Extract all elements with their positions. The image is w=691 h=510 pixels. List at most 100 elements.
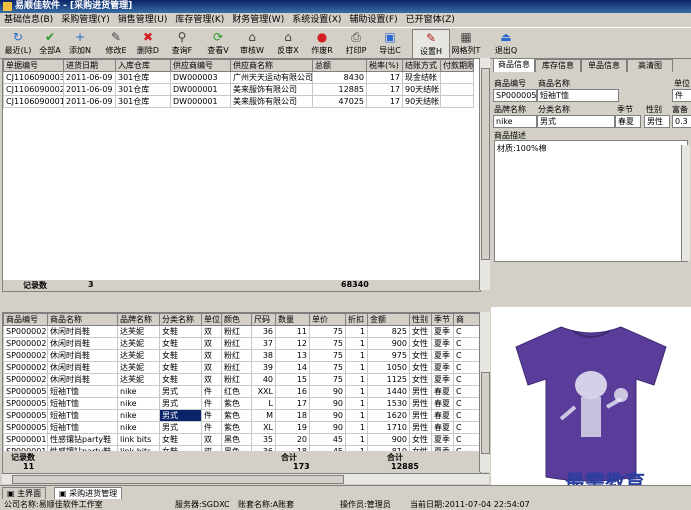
items-cell[interactable]: 1125	[367, 373, 410, 386]
items-cell[interactable]: 1	[345, 337, 368, 350]
items-cell[interactable]: 女性	[409, 361, 432, 374]
items-cell[interactable]: 1440	[367, 385, 410, 398]
items-cell[interactable]: 1	[345, 433, 368, 446]
items-col-header[interactable]: 单价	[309, 313, 346, 326]
items-cell[interactable]: 1	[345, 373, 368, 386]
orders-cell[interactable]	[440, 83, 474, 96]
orders-cell[interactable]: 47025	[312, 95, 367, 108]
items-col-header[interactable]: 性别	[409, 313, 432, 326]
orders-cell[interactable]: 90天结帐	[402, 83, 441, 96]
orders-cell[interactable]: 2011-06-09	[63, 95, 116, 108]
menu-open-windows[interactable]: 已开窗体(Z)	[402, 13, 459, 27]
items-cell[interactable]: SP000005	[3, 409, 48, 422]
items-cell[interactable]: C	[453, 361, 480, 374]
orders-row[interactable]: CJ1106090002 2011-06-09 301仓库 DW000001 美来服饰有…	[3, 83, 474, 96]
unapprove-button[interactable]: ⌂ 反审X	[272, 29, 304, 57]
orders-cell[interactable]: 8430	[312, 71, 367, 84]
items-cell[interactable]: 75	[309, 373, 346, 386]
items-cell[interactable]: 达芙妮	[117, 349, 160, 362]
exit-button[interactable]: ⏏ 退出Q	[490, 29, 522, 57]
items-h-scroll-thumb[interactable]	[12, 475, 344, 484]
items-cell[interactable]: SP000002	[3, 337, 48, 350]
items-cell[interactable]: 件	[201, 421, 222, 434]
tab-product-info[interactable]: 商品信息	[493, 58, 535, 72]
items-cell[interactable]: 女性	[409, 349, 432, 362]
gender-field[interactable]: 男性	[644, 115, 670, 128]
items-cell[interactable]: 春夏	[431, 409, 454, 422]
items-cell[interactable]: 1	[345, 397, 368, 410]
items-cell[interactable]: 90	[309, 409, 346, 422]
items-col-header[interactable]: 金额	[367, 313, 410, 326]
items-row[interactable]: SP000001 性感镶钻party鞋 link bits 女鞋双黑色 35 20 45 1 9…	[3, 433, 480, 446]
items-cell[interactable]: SP000002	[3, 361, 48, 374]
items-cell[interactable]: 975	[367, 349, 410, 362]
print-button[interactable]: ⎙ 打印P	[340, 29, 372, 57]
items-cell[interactable]: SP000005	[3, 385, 48, 398]
items-cell[interactable]: 1530	[367, 397, 410, 410]
items-col-header[interactable]: 季节	[431, 313, 454, 326]
items-cell[interactable]: 男式	[159, 385, 202, 398]
items-cell[interactable]: 39	[251, 361, 276, 374]
orders-cell[interactable]: 17	[366, 95, 403, 108]
orders-cell[interactable]: 广州天天运动有限公司	[230, 71, 313, 84]
items-cell[interactable]: 75	[309, 325, 346, 338]
items-cell[interactable]: 女性	[409, 337, 432, 350]
orders-scrollbar[interactable]	[479, 58, 490, 290]
menu-system[interactable]: 系统设置(X)	[288, 13, 345, 27]
items-cell[interactable]: 17	[275, 397, 310, 410]
items-cell[interactable]: 12	[275, 337, 310, 350]
orders-cell[interactable]: 301仓库	[115, 95, 171, 108]
items-col-header[interactable]: 单位	[201, 313, 222, 326]
menu-basic-info[interactable]: 基础信息(B)	[0, 13, 57, 27]
items-h-scrollbar[interactable]	[2, 473, 489, 484]
orders-scroll-thumb[interactable]	[481, 68, 490, 260]
items-cell[interactable]: 粉红	[221, 337, 252, 350]
items-cell[interactable]: 女鞋	[159, 325, 202, 338]
items-cell[interactable]: 紫色	[221, 397, 252, 410]
items-cell[interactable]: 红色	[221, 385, 252, 398]
items-cell[interactable]: C	[453, 433, 480, 446]
brand-field[interactable]: nike	[493, 115, 537, 128]
items-cell[interactable]: SP000002	[3, 349, 48, 362]
recent-button[interactable]: ↻ 最近(L)	[2, 29, 34, 57]
items-cell[interactable]: 900	[367, 337, 410, 350]
description-box[interactable]: 材质:100%棉	[494, 140, 688, 262]
items-row[interactable]: SP000002 休闲时尚鞋 达芙妮 女鞋双粉红 37 12 75 1 900 女性 夏季 C	[3, 337, 480, 350]
items-cell[interactable]: nike	[117, 421, 160, 434]
add-button[interactable]: + 添加N	[64, 29, 96, 57]
items-cell[interactable]: SP000002	[3, 373, 48, 386]
items-cell[interactable]: 紫色	[221, 421, 252, 434]
items-cell[interactable]: 达芙妮	[117, 325, 160, 338]
orders-cell[interactable]	[440, 71, 474, 84]
edit-button[interactable]: ✎ 修改E	[100, 29, 132, 57]
items-cell[interactable]: 粉红	[221, 373, 252, 386]
orders-cell[interactable]: 301仓库	[115, 71, 171, 84]
items-cell[interactable]: 15	[275, 373, 310, 386]
items-cell[interactable]: 90	[309, 421, 346, 434]
items-row[interactable]: SP000002 休闲时尚鞋 达芙妮 女鞋双粉红 38 13 75 1 975 女性 夏季 C	[3, 349, 480, 362]
items-cell[interactable]: L	[251, 397, 276, 410]
items-cell[interactable]: 春夏	[431, 397, 454, 410]
items-cell[interactable]: 双	[201, 373, 222, 386]
orders-col-header[interactable]: 单据编号	[3, 59, 64, 72]
orders-col-header[interactable]: 供应商名称	[230, 59, 313, 72]
items-cell[interactable]: 40	[251, 373, 276, 386]
items-cell[interactable]: 粉红	[221, 325, 252, 338]
items-cell[interactable]: M	[251, 409, 276, 422]
items-cell[interactable]: SP000001	[3, 433, 48, 446]
menu-inventory[interactable]: 库存管理(K)	[171, 13, 228, 27]
items-row[interactable]: SP000005 短袖T恤 nike 男式件紫色 L 17 90 1 1530 男性 春夏 C	[3, 397, 480, 410]
items-cell[interactable]: 1	[345, 421, 368, 434]
items-cell[interactable]: 双	[201, 325, 222, 338]
items-col-header[interactable]: 品牌名称	[117, 313, 160, 326]
orders-col-header[interactable]: 付款期限	[440, 59, 474, 72]
items-cell[interactable]: 13	[275, 349, 310, 362]
items-cell[interactable]: 20	[275, 433, 310, 446]
items-cell[interactable]: 女鞋	[159, 433, 202, 446]
items-col-header[interactable]: 颜色	[221, 313, 252, 326]
orders-cell[interactable]: CJ1106090001	[3, 95, 64, 108]
season-field[interactable]: 春夏	[615, 115, 641, 128]
void-button[interactable]: ● 作废R	[306, 29, 338, 57]
items-cell[interactable]: 达芙妮	[117, 373, 160, 386]
items-col-header[interactable]: 数量	[275, 313, 310, 326]
